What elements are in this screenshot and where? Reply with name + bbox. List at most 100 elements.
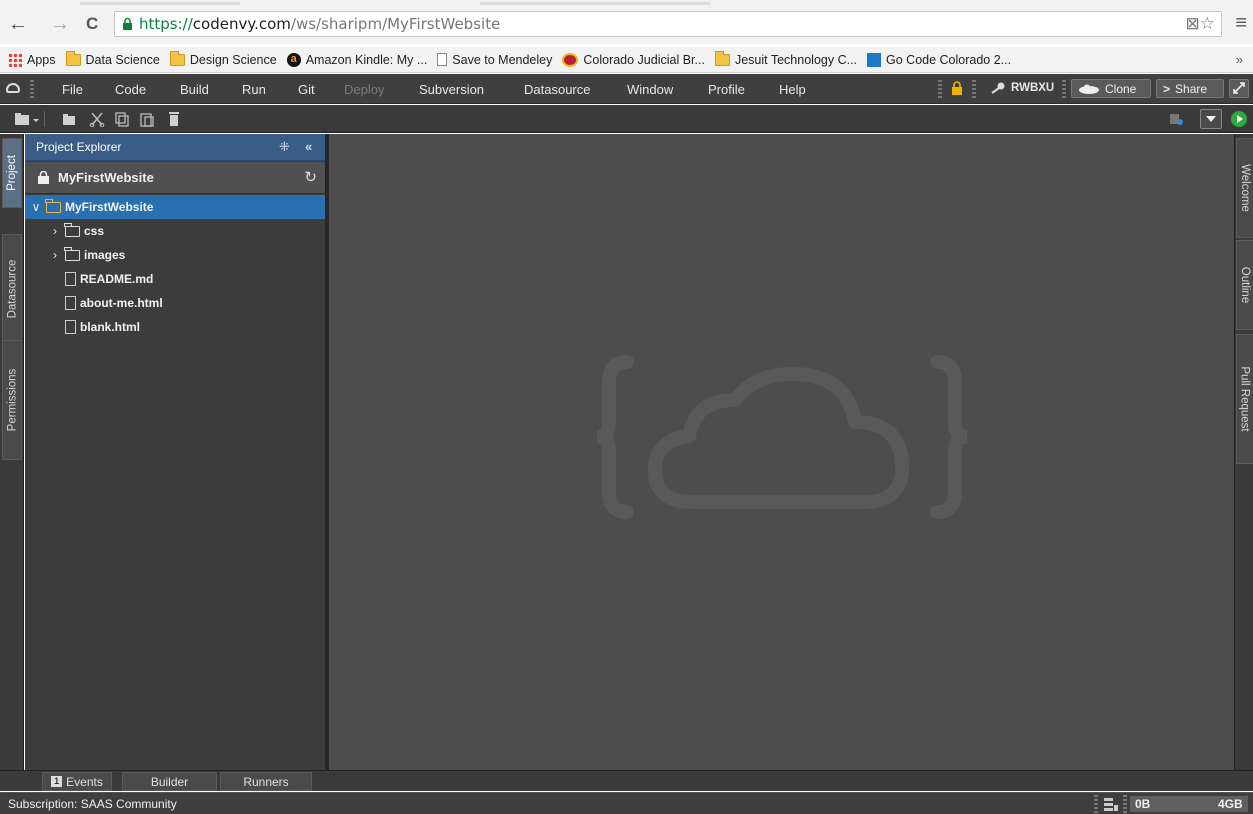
bookmark-item[interactable]: Design Science [169,50,277,67]
menu-run[interactable]: Run [242,82,266,97]
refresh-icon[interactable]: ↻ [304,168,317,186]
side-tab-permissions[interactable]: Permissions [2,340,22,460]
tab-builder[interactable]: Builder [122,772,217,791]
side-tab-pull-request[interactable]: Pull Request [1236,334,1253,464]
tree-file-item[interactable]: about-me.html [25,291,325,315]
project-tree: ∨ MyFirstWebsite › css › images README.md about… [25,195,325,339]
bookmark-item[interactable]: Save to Mendeley [437,53,552,67]
toolbar-separator [44,111,45,127]
bookmark-label: Amazon Kindle: My ... [305,52,428,67]
tree-folder-item[interactable]: › css [25,219,325,243]
page-icon [437,53,448,66]
menu-build[interactable]: Build [180,82,209,97]
build-status-icon[interactable] [1168,111,1184,127]
collapse-panel-icon[interactable]: « [305,139,312,154]
menu-git[interactable]: Git [298,82,315,97]
bookmark-item[interactable]: Data Science [65,50,160,67]
open-folder-icon[interactable] [62,111,78,127]
forward-button[interactable]: → [50,14,70,34]
bookmark-item[interactable]: a Amazon Kindle: My ... [286,52,428,67]
tab-runners[interactable]: Runners [220,772,312,791]
status-bar: Subscription: SAAS Community 0B 4GB [0,792,1253,814]
bookmark-item[interactable]: Go Code Colorado 2... [867,52,1011,67]
browser-menu-icon[interactable]: ≡ [1235,13,1247,33]
project-explorer: Project Explorer ⁜ « MyFirstWebsite ↻ ∨ M… [25,134,325,770]
chevron-down-icon[interactable]: ∨ [29,200,43,214]
secure-lock-icon [123,17,132,30]
bookmark-label: Jesuit Technology C... [734,52,858,67]
file-icon [65,320,76,334]
menu-subversion[interactable]: Subversion [419,82,484,97]
share-button[interactable]: > Share [1156,79,1224,98]
paste-icon[interactable] [139,111,155,127]
grip-handle [972,80,976,98]
side-tab-welcome[interactable]: Welcome [1236,138,1253,238]
address-bar[interactable]: https://codenvy.com/ws/sharipm/MyFirstWe… [114,11,1222,37]
access-mode-text: RWBXU [1011,82,1055,94]
menu-window[interactable]: Window [627,82,673,97]
codenvy-logo-icon [6,83,20,93]
tree-item-label: about-me.html [80,296,163,310]
memory-monitor-icon[interactable] [1103,796,1119,812]
bookmark-item[interactable]: Colorado Judicial Br... [562,52,705,67]
run-button[interactable] [1231,111,1247,127]
bookmark-star-icon[interactable]: ⊠☆ [1186,14,1215,34]
chevron-right-icon[interactable]: › [48,248,62,262]
copy-icon[interactable] [114,111,130,127]
folder-icon [65,50,81,66]
url-text: https://codenvy.com/ws/sharipm/MyFirstWe… [139,15,501,33]
side-tab-outline[interactable]: Outline [1236,240,1253,330]
side-tab-datasource[interactable]: Datasource [2,234,22,344]
bookmarks-bar: Apps Data Science Design Science a Amazon Ki… [0,47,1253,73]
tree-item-label: blank.html [80,320,141,334]
expand-icon[interactable] [1229,79,1249,98]
more-bookmarks-icon[interactable]: » [1236,52,1243,67]
tree-item-label: MyFirstWebsite [65,200,154,214]
tree-item-label: css [84,224,105,238]
tree-folder-item[interactable]: › images [25,243,325,267]
side-tab-label: Project [6,155,19,191]
folder-icon [714,50,730,66]
tab-label: Runners [243,774,289,789]
codenvy-cloud-watermark-icon [597,355,967,519]
tree-item-label: images [84,248,126,262]
new-project-dropdown-icon[interactable] [14,111,40,127]
clone-button[interactable]: Clone [1071,79,1151,98]
tab-events[interactable]: 1 Events [42,772,112,791]
bookmark-item[interactable]: Apps [8,52,56,67]
side-tab-label: Permissions [6,368,19,432]
back-button[interactable]: ← [8,14,28,34]
menu-profile[interactable]: Profile [708,82,745,97]
menu-code[interactable]: Code [115,82,146,97]
tree-file-item[interactable]: README.md [25,267,325,291]
bottom-panel-tabs: 1 Events Builder Runners [0,770,1253,791]
menu-help[interactable]: Help [779,82,806,97]
cloud-icon [1079,84,1099,94]
folder-icon [64,222,80,237]
project-selector[interactable]: MyFirstWebsite ↻ [25,162,325,194]
folder-icon [169,50,185,66]
link-with-editor-icon[interactable]: ⁜ [279,139,290,155]
grip-handle [1094,795,1098,813]
folder-icon [45,198,61,213]
menu-datasource[interactable]: Datasource [524,82,590,97]
lock-icon[interactable] [952,81,962,95]
tree-file-item[interactable]: blank.html [25,315,325,339]
bookmark-item[interactable]: Jesuit Technology C... [714,50,858,67]
memory-total: 4GB [1218,797,1243,811]
grip-handle [1123,795,1127,813]
gocode-icon [867,52,882,67]
tree-folder-item[interactable]: ∨ MyFirstWebsite [25,195,325,219]
menu-file[interactable]: File [62,82,83,97]
side-tab-project[interactable]: Project [2,138,22,208]
chevron-right-icon[interactable]: › [48,224,62,238]
cut-icon[interactable] [89,111,105,127]
delete-icon[interactable] [166,111,182,127]
ide-menu-bar: File Code Build Run Git Deploy Subversion Datas… [0,74,1253,104]
events-count-badge: 1 [51,776,63,787]
reload-button[interactable]: C [86,15,98,32]
run-options-dropdown[interactable] [1200,109,1222,129]
colorado-icon [562,52,579,67]
menu-deploy[interactable]: Deploy [344,82,384,97]
clone-label: Clone [1105,81,1137,96]
